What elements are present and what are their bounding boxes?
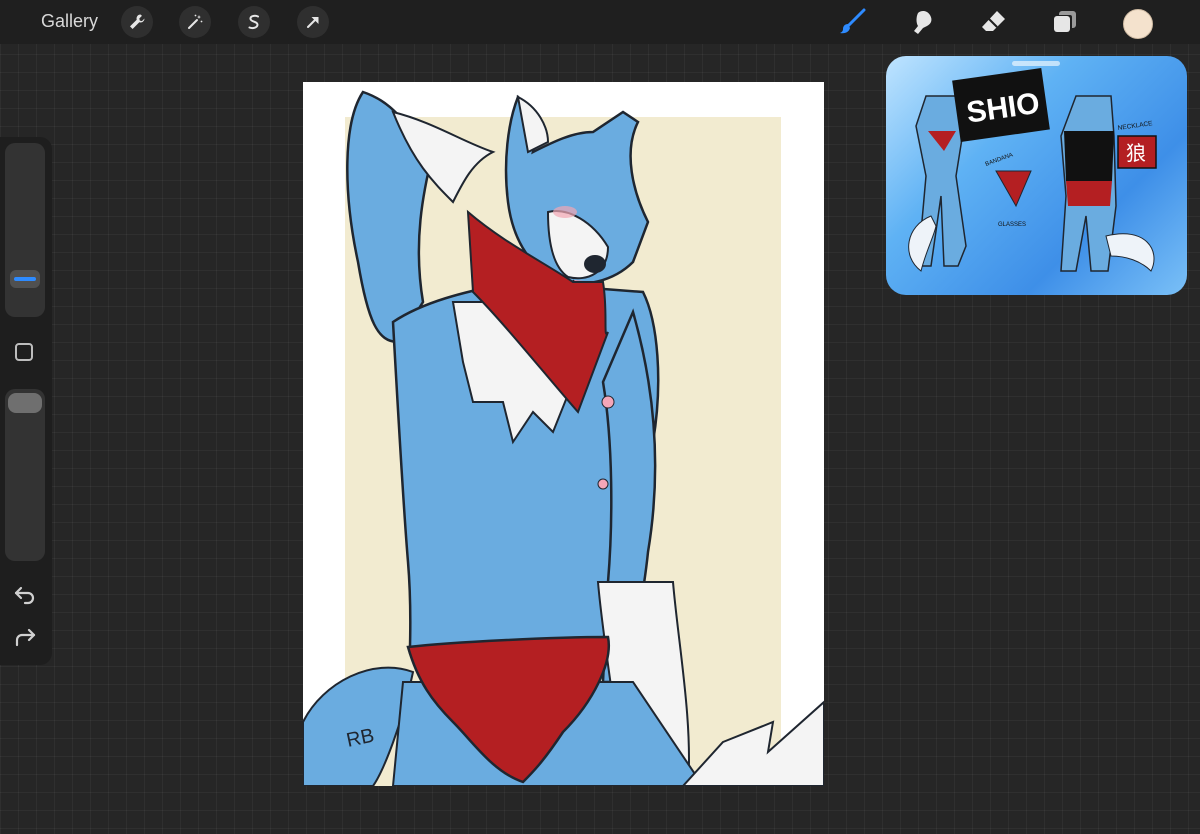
ref-shirt-right [1064,131,1114,181]
actions-button[interactable] [121,6,153,38]
ref-label-necklace: NECKLACE [1117,120,1153,132]
gallery-button[interactable]: Gallery [41,11,98,32]
color-picker-button[interactable] [1123,9,1153,39]
layers-icon [1054,11,1076,32]
modify-button[interactable] [15,343,33,361]
right-nipple [597,478,609,490]
reference-sheet: SHIO BANDANA GLASSES NECKLACE 狼 [908,68,1157,272]
left-sidebar [0,137,52,665]
ref-label-glasses: GLASSES [998,222,1026,228]
selection-icon [248,14,259,30]
brush-size-indicator [14,277,36,281]
ref-kanji: 狼 [1126,141,1146,165]
eraser-tool-button[interactable] [978,6,1010,38]
top-toolbar: Gallery [0,0,1200,44]
reference-window[interactable]: SHIO BANDANA GLASSES NECKLACE 狼 [886,56,1187,295]
eraser-icon [982,11,1005,31]
ref-shorts-right [1066,181,1112,206]
undo-button[interactable] [12,583,38,607]
redo-button[interactable] [12,626,38,650]
selection-button[interactable] [238,6,270,38]
brush-size-slider[interactable] [5,143,45,317]
magic-wand-icon [188,14,203,29]
brush-icon [840,8,866,34]
artwork-illustration: RB [303,90,824,786]
transform-button[interactable] [297,6,329,38]
brush-tool-button[interactable] [836,6,868,38]
opacity-thumb[interactable] [8,393,42,413]
undo-arrow-icon [14,586,35,605]
opacity-slider[interactable] [5,389,45,561]
nose [584,255,606,273]
smudge-icon [914,10,932,34]
ref-label-bandana: BANDANA [985,152,1014,168]
cheek-blush [553,206,577,218]
left-nipple [601,395,615,409]
brush-size-thumb[interactable] [10,270,40,288]
wrench-icon [130,14,145,29]
redo-arrow-icon [15,628,36,647]
layers-button[interactable] [1049,6,1081,38]
ref-tail-right [1105,233,1155,272]
adjustments-button[interactable] [179,6,211,38]
drawing-canvas[interactable]: RB [303,82,824,786]
ref-bandana-swatch [995,170,1032,208]
transform-arrow-icon [307,17,319,28]
smudge-tool-button[interactable] [906,6,938,38]
reference-drag-handle[interactable] [1012,61,1060,66]
